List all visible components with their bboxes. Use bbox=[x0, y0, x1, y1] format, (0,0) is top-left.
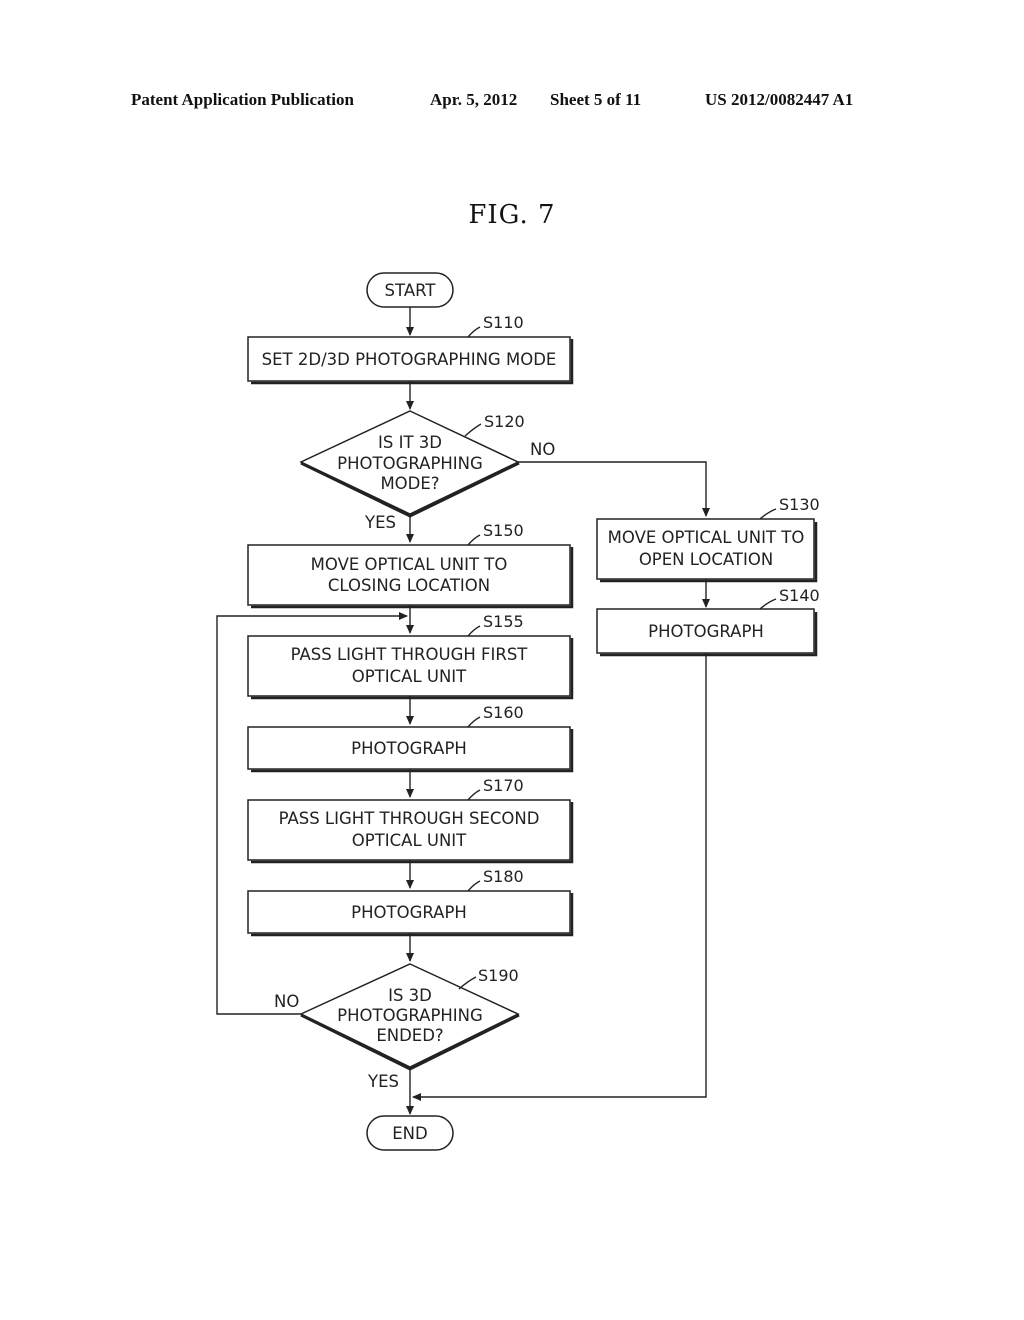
step-id: S155 bbox=[483, 612, 524, 631]
step-id: S180 bbox=[483, 867, 524, 886]
leader-line bbox=[467, 716, 481, 728]
connector-no bbox=[518, 461, 710, 517]
end-label: END bbox=[392, 1124, 427, 1143]
decision-text: ENDED? bbox=[376, 1026, 443, 1045]
leader-line bbox=[467, 880, 481, 892]
step-text: SET 2D/3D PHOTOGRAPHING MODE bbox=[262, 350, 557, 369]
step-text: MOVE OPTICAL UNIT TO bbox=[608, 528, 805, 547]
step-id: S140 bbox=[779, 586, 820, 605]
end-terminal: END bbox=[366, 1115, 454, 1151]
step-text: CLOSING LOCATION bbox=[328, 576, 490, 595]
decision-text: MODE? bbox=[380, 474, 439, 493]
leader-line bbox=[464, 423, 482, 437]
step-id: S120 bbox=[484, 412, 525, 431]
decision-text: IS IT 3D bbox=[378, 433, 442, 452]
leader-line bbox=[467, 789, 481, 801]
branch-yes-label: YES bbox=[364, 513, 396, 532]
step-text: MOVE OPTICAL UNIT TO bbox=[311, 555, 508, 574]
step-id: S170 bbox=[483, 776, 524, 795]
leader-line bbox=[458, 976, 477, 990]
branch-yes-label: YES bbox=[367, 1072, 399, 1091]
leader-line bbox=[467, 625, 481, 637]
branch-no-label: NO bbox=[530, 440, 555, 459]
step-id: S190 bbox=[478, 966, 519, 985]
step-s130: MOVE OPTICAL UNIT TO OPEN LOCATION S130 bbox=[596, 495, 820, 583]
decision-text: IS 3D bbox=[388, 986, 432, 1005]
step-text: PASS LIGHT THROUGH SECOND bbox=[279, 809, 540, 828]
step-text: PHOTOGRAPH bbox=[351, 903, 467, 922]
flowchart: START SET 2D/3D PHOTOGRAPHING MODE S110 … bbox=[216, 272, 820, 1151]
decision-s120: IS IT 3D PHOTOGRAPHING MODE? S120 NO YES bbox=[299, 410, 555, 532]
decision-text: PHOTOGRAPHING bbox=[337, 454, 483, 473]
step-text: PASS LIGHT THROUGH FIRST bbox=[291, 645, 529, 664]
step-text: OPEN LOCATION bbox=[639, 550, 773, 569]
step-text: OPTICAL UNIT bbox=[352, 667, 467, 686]
step-id: S130 bbox=[779, 495, 820, 514]
leader-line bbox=[759, 598, 777, 610]
step-id: S160 bbox=[483, 703, 524, 722]
step-id: S110 bbox=[483, 313, 524, 332]
leader-line bbox=[467, 534, 481, 546]
branch-no-label: NO bbox=[274, 992, 299, 1011]
decision-s190: IS 3D PHOTOGRAPHING ENDED? S190 NO YES bbox=[274, 963, 520, 1091]
step-text: PHOTOGRAPH bbox=[648, 622, 764, 641]
leader-line bbox=[759, 508, 777, 520]
step-text: PHOTOGRAPH bbox=[351, 739, 467, 758]
start-terminal: START bbox=[366, 272, 454, 308]
leader-line bbox=[467, 326, 481, 338]
step-s140: PHOTOGRAPH S140 bbox=[596, 586, 820, 657]
start-label: START bbox=[385, 281, 437, 300]
step-id: S150 bbox=[483, 521, 524, 540]
decision-text: PHOTOGRAPHING bbox=[337, 1006, 483, 1025]
step-text: OPTICAL UNIT bbox=[352, 831, 467, 850]
